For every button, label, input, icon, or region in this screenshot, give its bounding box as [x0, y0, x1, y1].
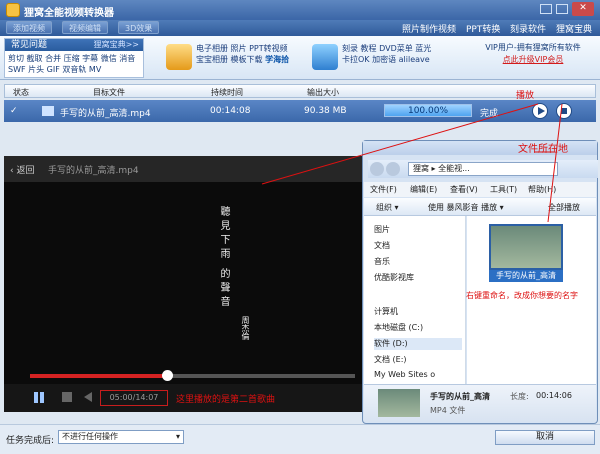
row-filename: 手写的从前_高清.mp4: [60, 109, 151, 119]
cancel-button[interactable]: 取消: [495, 430, 595, 445]
nav-web-sites[interactable]: My Web Sites o: [374, 370, 435, 382]
faq-more-link[interactable]: 狸窝宝典>>: [94, 39, 139, 51]
convert-progress-bar: 100.00%: [384, 104, 472, 117]
minimize-icon[interactable]: [540, 4, 552, 14]
window-title: 狸窝全能视频转换器: [24, 8, 114, 19]
after-task-label: 任务完成后:: [6, 436, 55, 446]
play-button[interactable]: [532, 103, 548, 119]
lyrics-line-2: 的聲音: [218, 268, 229, 310]
burn-software-link[interactable]: 刻录软件: [510, 22, 546, 35]
title-bar: 狸窝全能视频转换器 ✕: [0, 0, 600, 20]
time-readout: 05:00/14:07: [100, 390, 168, 406]
details-length: 00:14:06: [536, 391, 572, 400]
annotation-folder: 文件所在地: [518, 144, 568, 155]
photo-to-video-link[interactable]: 照片制作视频: [402, 22, 456, 35]
lyrics-line-1: 聽見下雨: [218, 206, 229, 262]
nav-youku[interactable]: 优酷影视库: [374, 272, 414, 284]
details-pane: 手写的从前_高清 MP4 文件 长度: 00:14:06: [364, 384, 596, 422]
col-output-size: 输出大小: [307, 88, 339, 97]
faq-panel: 常见问题 狸窝宝典>> 剪切 截取 合并 压缩 字幕 微信 消音 SWF 片头 …: [4, 38, 144, 78]
chevron-down-icon: ▾: [175, 432, 180, 441]
address-bar[interactable]: 狸窝 ▸ 全能视...: [368, 160, 598, 178]
menu-help[interactable]: 帮助(H): [528, 184, 556, 195]
annotation-track: 这里播放的是第二首歌曲: [176, 395, 276, 405]
forward-nav-icon[interactable]: [386, 162, 400, 176]
stop-icon[interactable]: [62, 392, 72, 402]
details-thumbnail: [378, 389, 420, 417]
burn-links[interactable]: 刻录 教程 DVD菜单 蓝光 卡拉OK 加密语 alileave: [342, 43, 464, 65]
pause-icon[interactable]: [34, 392, 38, 403]
details-length-label: 长度:: [510, 392, 529, 401]
video-thumbnail[interactable]: [489, 224, 563, 270]
table-row[interactable]: ✓ 手写的从前_高清.mp4 00:14:08 90.38 MB 100.00%…: [4, 100, 596, 122]
video-edit-button[interactable]: 视频编辑: [62, 21, 108, 34]
ppt-convert-link[interactable]: PPT转换: [466, 22, 500, 35]
burn-disc-icon: [312, 44, 338, 70]
details-name: 手写的从前_高清: [430, 392, 490, 401]
menu-view[interactable]: 查看(V): [450, 184, 478, 195]
row-size: 90.38 MB: [304, 106, 347, 116]
organize-button[interactable]: 组织 ▾: [376, 202, 399, 213]
video-file-icon: [42, 106, 54, 116]
explorer-menu: 文件(F) 编辑(E) 查看(V) 工具(T) 帮助(H): [364, 182, 596, 197]
file-label[interactable]: 手写的从前_高清: [489, 270, 563, 282]
row-duration: 00:14:08: [210, 106, 251, 116]
vip-upgrade-link[interactable]: 点此升级VIP会员: [470, 54, 596, 66]
col-duration: 持续时间: [211, 88, 243, 97]
seek-knob[interactable]: [161, 370, 173, 381]
list-header: 状态 目标文件 持续时间 输出大小: [4, 84, 596, 98]
seek-bar[interactable]: [30, 370, 355, 381]
nav-pictures[interactable]: 图片: [374, 224, 390, 236]
done-check-icon: ✓: [10, 106, 18, 116]
navigation-pane: 图片 文档 音乐 优酷影视库 计算机 本地磁盘 (C:) 软件 (D:) 文档 …: [364, 216, 466, 384]
progress-text: 100.00%: [407, 106, 449, 116]
row-status: 完成: [480, 109, 499, 119]
liwo-guide-link[interactable]: 狸窝宝典: [556, 22, 592, 35]
close-icon[interactable]: ✕: [572, 2, 594, 16]
menu-edit[interactable]: 编辑(E): [410, 184, 437, 195]
prev-icon[interactable]: [84, 392, 92, 402]
add-video-button[interactable]: 添加视频: [6, 21, 52, 34]
3d-effect-button[interactable]: 3D效果: [118, 21, 160, 34]
nav-computer[interactable]: 计算机: [374, 306, 398, 318]
menu-tools[interactable]: 工具(T): [490, 184, 517, 195]
after-task-select[interactable]: 不进行任何操作 ▾: [58, 430, 184, 444]
lyrics-credit: 周杰倫: [241, 316, 250, 340]
col-status: 状态: [13, 88, 29, 97]
address-path[interactable]: 狸窝 ▸ 全能视...: [408, 162, 558, 176]
faq-tags[interactable]: 剪切 截取 合并 压缩 字幕 微信 消音 SWF 片头 GIF 双音轨 MV: [8, 53, 142, 75]
player-topbar: ‹ 返回 手写的从前_高清.mp4: [4, 156, 366, 182]
photo-album-icon: [166, 44, 192, 70]
back-button[interactable]: ‹ 返回: [10, 163, 34, 176]
maximize-icon[interactable]: [556, 4, 568, 14]
explorer-commandbar: 组织 ▾ 使用 暴风影音 播放 ▾ 全部播放: [364, 198, 596, 216]
vip-text: VIP用户-拥有狸窝所有软件: [485, 43, 581, 52]
top-toolbar: 添加视频 视频编辑 3D效果 照片制作视频 PPT转换 刻录软件 狸窝宝典: [0, 20, 600, 36]
annotation-rename: 右键重命名，改成你想要的名字: [466, 291, 578, 300]
menu-file[interactable]: 文件(F): [370, 184, 397, 195]
details-type: MP4 文件: [430, 406, 466, 415]
play-all-button[interactable]: 全部播放: [548, 202, 580, 213]
vip-promo: VIP用户-拥有狸窝所有软件 点此升级VIP会员: [470, 42, 596, 66]
album-links[interactable]: 电子相册 照片 PPT转视频 宝宝相册 模板下载 学海拾: [196, 43, 306, 65]
back-nav-icon[interactable]: [370, 162, 384, 176]
nav-drive-c[interactable]: 本地磁盘 (C:): [374, 322, 423, 334]
play-with-button[interactable]: 使用 暴风影音 播放 ▾: [428, 202, 504, 213]
col-target-file: 目标文件: [93, 88, 125, 97]
nav-documents[interactable]: 文档: [374, 240, 390, 252]
open-folder-button[interactable]: [556, 103, 572, 119]
nav-music[interactable]: 音乐: [374, 256, 390, 268]
annotation-play: 播放: [516, 91, 535, 101]
seek-fill: [30, 374, 167, 378]
nav-drive-e[interactable]: 文档 (E:): [374, 354, 407, 366]
app-logo-icon: [6, 3, 20, 17]
player-filename: 手写的从前_高清.mp4: [48, 166, 139, 176]
nav-drive-d[interactable]: 软件 (D:): [374, 338, 462, 350]
